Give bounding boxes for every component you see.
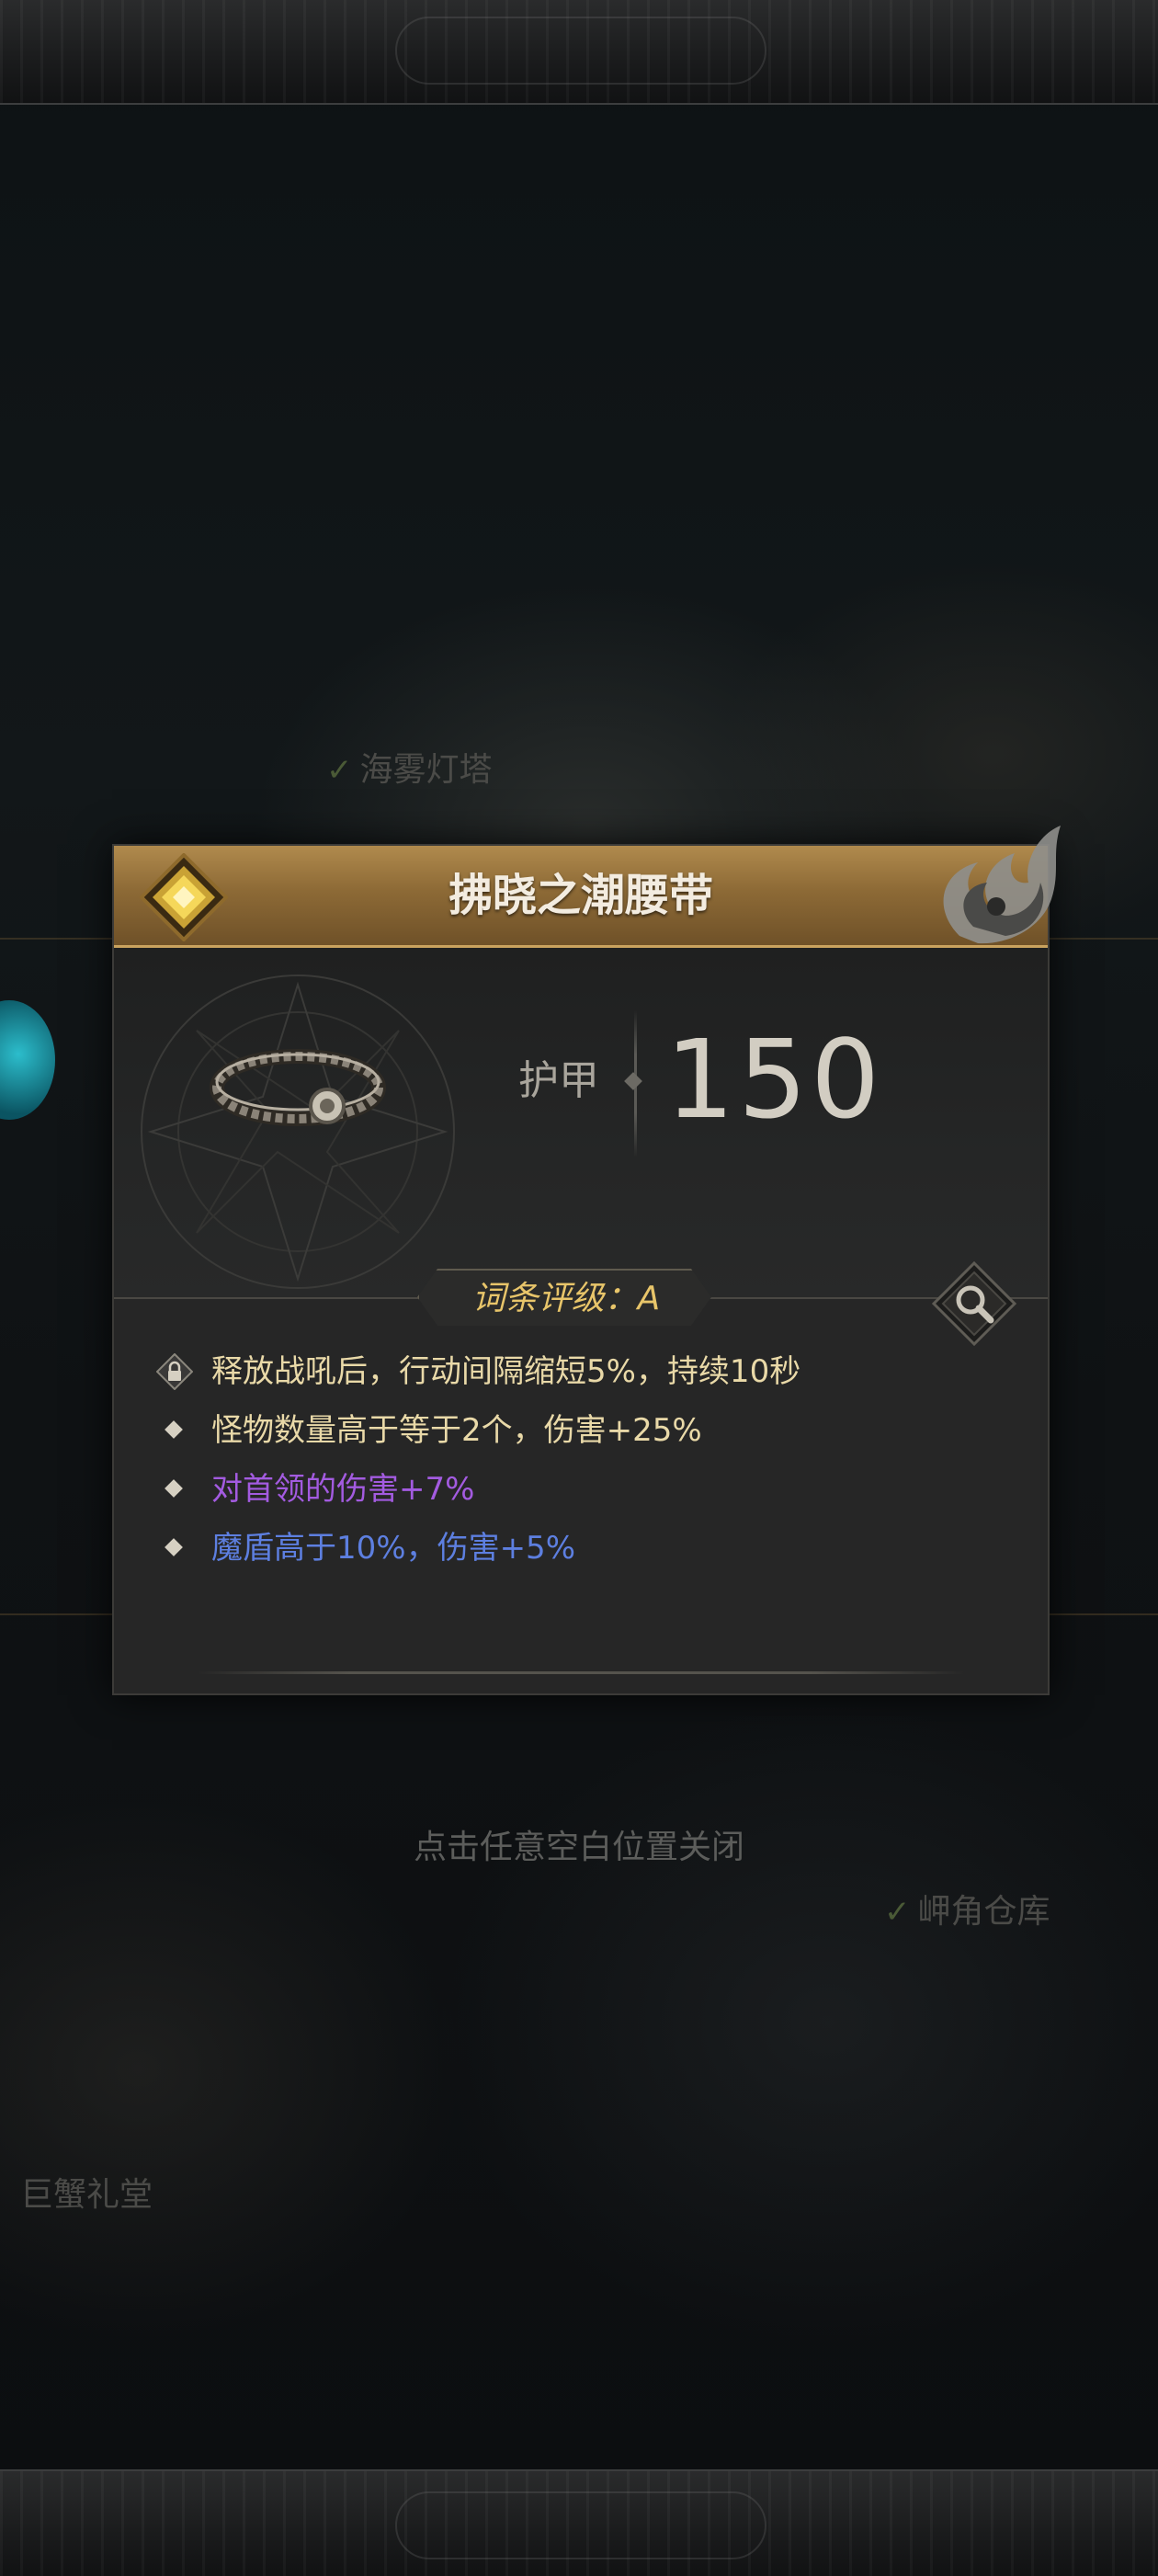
map-location-warehouse[interactable]: ✓ 岬角仓库 [884, 1885, 1050, 1932]
map-location-label: 岬角仓库 [917, 1893, 1050, 1931]
affix-item: 对首领的伤害+7% [153, 1460, 1016, 1519]
affix-text: 魔盾高于10%，伤害+5% [211, 1530, 575, 1567]
stat-divider-dot [624, 1072, 642, 1090]
map-location-label: 海雾灯塔 [359, 751, 493, 789]
top-frame-ornament [395, 17, 766, 85]
map-divider [0, 1613, 112, 1615]
armor-label: 护甲 [518, 1057, 599, 1104]
affix-text: 怪物数量高于等于2个，伤害+25% [211, 1412, 702, 1449]
affix-list: 释放战吼后，行动间隔缩短5%，持续10秒 怪物数量高于等于2个，伤害+25% 对… [153, 1342, 1016, 1578]
magnify-button[interactable] [932, 1261, 1016, 1346]
top-frame [0, 0, 1158, 105]
flame-wing-emblem-icon [943, 826, 1061, 944]
map-location-label: 巨蟹礼堂 [20, 2176, 153, 2214]
affix-grade-badge: 词条评级：A [417, 1269, 711, 1326]
map-divider [1046, 1613, 1158, 1615]
belt-item-icon[interactable] [206, 1031, 390, 1141]
gold-diamond-rarity-icon [140, 853, 228, 941]
bottom-frame [0, 2469, 1158, 2576]
affix-item: 释放战吼后，行动间隔缩短5%，持续10秒 [153, 1342, 1016, 1401]
affix-text: 对首领的伤害+7% [211, 1471, 475, 1508]
item-detail-modal: 拂晓之潮腰带 护甲 150 词条评级：A 释放战吼后，行动间隔缩短5%，持续10… [112, 826, 1061, 1695]
affix-text: 释放战吼后，行动间隔缩短5%，持续10秒 [211, 1353, 801, 1390]
diamond-bullet-icon [165, 1538, 183, 1556]
armor-value: 150 [665, 1016, 884, 1143]
affix-item: 怪物数量高于等于2个，伤害+25% [153, 1401, 1016, 1460]
map-location-lighthouse[interactable]: ✓ 海雾灯塔 [326, 743, 493, 791]
map-location-hall[interactable]: 巨蟹礼堂 [20, 2168, 153, 2216]
map-divider [0, 938, 112, 940]
close-hint: 点击任意空白位置关闭 [413, 1829, 744, 1866]
bottom-frame-ornament [395, 2491, 766, 2559]
item-name: 拂晓之潮腰带 [448, 870, 713, 921]
check-icon: ✓ [326, 752, 353, 789]
check-icon: ✓ [884, 1894, 911, 1931]
diamond-bullet-icon [165, 1420, 183, 1439]
lock-icon [156, 1353, 193, 1390]
diamond-bullet-icon [165, 1479, 183, 1498]
affix-item: 魔盾高于10%，伤害+5% [153, 1519, 1016, 1578]
stat-panel: 护甲 150 [114, 948, 1048, 1297]
modal-bottom-line [197, 1671, 965, 1674]
